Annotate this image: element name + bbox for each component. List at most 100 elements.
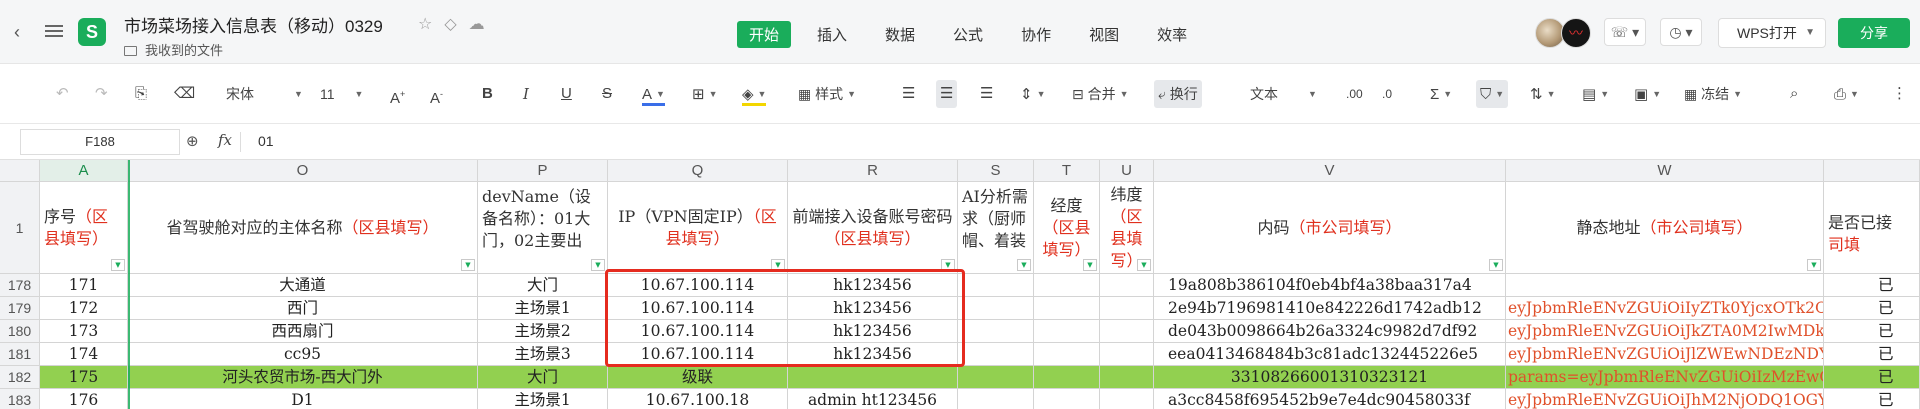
tab-efficiency[interactable]: 效率 <box>1145 21 1199 48</box>
column-header[interactable]: S <box>958 160 1034 182</box>
wrap-text-button[interactable]: ⤶ 换行 <box>1154 80 1202 108</box>
share-button[interactable]: 分享 <box>1838 18 1910 48</box>
table-cell[interactable]: cc95 <box>128 343 478 366</box>
row-header[interactable]: 1 <box>0 182 40 274</box>
header-cell[interactable]: 序号（区县填写） ▼ <box>40 182 128 274</box>
tab-data[interactable]: 数据 <box>873 21 927 48</box>
filter-dropdown-icon[interactable]: ▼ <box>1807 259 1821 271</box>
function-icon[interactable]: fx <box>218 131 232 149</box>
table-cell[interactable]: 10.67.100.18 <box>608 389 788 409</box>
table-cell[interactable]: 级联 <box>608 366 788 389</box>
freeze-button[interactable]: ▦ 冻结 ▼ <box>1684 80 1742 108</box>
filter-dropdown-icon[interactable]: ▼ <box>1083 259 1097 271</box>
filter-icon[interactable]: ⛉ ▼ <box>1476 80 1509 108</box>
eraser-icon[interactable]: ⌫ <box>174 80 195 108</box>
header-cell[interactable]: 前端接入设备账号密码（区县填写） ▼ <box>788 182 958 274</box>
formula-input[interactable]: 01 <box>258 133 274 149</box>
table-cell[interactable]: 已 <box>1824 343 1920 366</box>
row-header[interactable]: 180 <box>0 320 40 343</box>
image-icon[interactable]: ▣ ▼ <box>1634 80 1661 108</box>
font-grow-icon[interactable]: A+ <box>390 80 405 108</box>
table-cell[interactable]: 主场景1 <box>478 389 608 409</box>
filter-dropdown-icon[interactable]: ▼ <box>1489 259 1503 271</box>
filter-dropdown-icon[interactable]: ▼ <box>1017 259 1031 271</box>
align-center-icon[interactable]: ☰ <box>936 80 958 108</box>
table-cell[interactable]: 大通道 <box>128 274 478 297</box>
document-title[interactable]: 市场菜场接入信息表（移动）0329 <box>124 12 383 37</box>
column-header[interactable]: P <box>478 160 608 182</box>
tab-view[interactable]: 视图 <box>1077 21 1131 48</box>
column-header[interactable] <box>1824 160 1920 182</box>
collaborator-avatars[interactable]: 〰 <box>1535 18 1591 48</box>
increase-decimal-icon[interactable]: .00 <box>1346 80 1363 108</box>
table-cell[interactable]: a3cc8458f695452b9e7e4dc90458033f <box>1154 389 1506 409</box>
align-left-icon[interactable]: ☰ <box>902 80 915 108</box>
table-cell[interactable] <box>1506 274 1824 297</box>
table-cell[interactable]: de043b0098664b26a3324c9982d7df92 <box>1154 320 1506 343</box>
merge-button[interactable]: ⊟ 合并 ▼ <box>1072 80 1129 108</box>
filter-dropdown-icon[interactable]: ▼ <box>591 259 605 271</box>
table-cell[interactable]: 河头农贸市场-西大门外 <box>128 366 478 389</box>
filter-dropdown-icon[interactable]: ▼ <box>1137 259 1151 271</box>
tab-formula[interactable]: 公式 <box>941 21 995 48</box>
table-cell[interactable]: 2e94b7196981410e842226d1742adb12 <box>1154 297 1506 320</box>
history-icon[interactable]: ◷ ▾ <box>1660 18 1702 46</box>
table-cell[interactable]: 已 <box>1824 320 1920 343</box>
table-cell[interactable]: eyJpbmRleENvZGUiOiJhM2NjODQ1OGY2OTU0NTJi… <box>1506 389 1824 409</box>
decrease-decimal-icon[interactable]: .0 <box>1382 80 1392 108</box>
table-cell[interactable] <box>788 366 958 389</box>
sort-icon[interactable]: ⇅ ▼ <box>1530 80 1556 108</box>
bold-icon[interactable]: B <box>482 80 493 108</box>
italic-icon[interactable]: I <box>523 80 529 108</box>
table-cell[interactable] <box>1034 320 1100 343</box>
header-cell[interactable]: 静态地址（市公司填写） ▼ <box>1506 182 1824 274</box>
table-cell[interactable]: eyJpbmRleENvZGUiOiIyZTk0YjcxOTk2OTgxNDEw… <box>1506 297 1824 320</box>
table-cell[interactable]: 172 <box>40 297 128 320</box>
font-name-select[interactable]: 宋体 ▼ <box>226 80 306 108</box>
table-cell[interactable] <box>958 274 1034 297</box>
column-header[interactable]: W <box>1506 160 1824 182</box>
chart-icon[interactable]: ▤ ▼ <box>1582 80 1609 108</box>
hamburger-menu-icon[interactable] <box>44 22 64 42</box>
fill-color-icon[interactable]: ◈ ▼ <box>742 80 767 108</box>
table-cell[interactable] <box>1100 320 1154 343</box>
row-header[interactable]: 181 <box>0 343 40 366</box>
column-header[interactable]: U <box>1100 160 1154 182</box>
header-cell[interactable]: 经度（区县填写） ▼ <box>1034 182 1100 274</box>
border-icon[interactable]: ⊞ ▼ <box>692 80 718 108</box>
table-cell[interactable]: D1 <box>128 389 478 409</box>
table-cell[interactable]: 大门 <box>478 366 608 389</box>
star-icon[interactable]: ☆ <box>418 14 432 34</box>
table-cell[interactable] <box>1100 389 1154 409</box>
filter-dropdown-icon[interactable]: ▼ <box>461 259 475 271</box>
freeze-pane-divider[interactable] <box>128 160 130 409</box>
header-cell[interactable]: 内码（市公司填写） ▼ <box>1154 182 1506 274</box>
print-icon[interactable]: ⎙ ▼ <box>1834 80 1859 108</box>
header-cell[interactable]: 纬度（区县填写） ▼ <box>1100 182 1154 274</box>
font-shrink-icon[interactable]: A- <box>430 80 443 108</box>
table-cell[interactable]: 173 <box>40 320 128 343</box>
avatar[interactable]: 〰 <box>1561 18 1591 48</box>
font-size-select[interactable]: 11 ▼ <box>320 80 370 108</box>
column-header[interactable]: Q <box>608 160 788 182</box>
document-folder[interactable]: 我收到的文件 <box>124 40 223 59</box>
table-cell[interactable]: admin ht123456 <box>788 389 958 409</box>
zoom-icon[interactable]: ⊕ <box>186 132 199 150</box>
row-header[interactable]: 182 <box>0 366 40 389</box>
table-cell[interactable]: 已 <box>1824 274 1920 297</box>
header-cell[interactable]: devName（设备名称）：01大门，02主要出 ▼ <box>478 182 608 274</box>
tab-start[interactable]: 开始 <box>737 21 792 48</box>
table-cell[interactable] <box>958 366 1034 389</box>
name-box[interactable]: F188 <box>20 129 180 155</box>
table-cell[interactable] <box>1034 274 1100 297</box>
wps-open-button[interactable]: WPS打开 ▼ <box>1718 18 1826 48</box>
header-cell[interactable]: AI分析需求（厨师帽、着装 ▼ <box>958 182 1034 274</box>
tag-icon[interactable]: ◇ <box>444 14 456 34</box>
table-cell[interactable]: 171 <box>40 274 128 297</box>
undo-icon[interactable]: ↶ <box>56 80 69 108</box>
table-cell[interactable] <box>958 389 1034 409</box>
table-cell[interactable] <box>958 320 1034 343</box>
table-cell[interactable] <box>958 343 1034 366</box>
format-painter-icon[interactable]: ⎘ <box>135 80 147 108</box>
header-cell[interactable]: 是否已接 司填 <box>1824 182 1920 274</box>
